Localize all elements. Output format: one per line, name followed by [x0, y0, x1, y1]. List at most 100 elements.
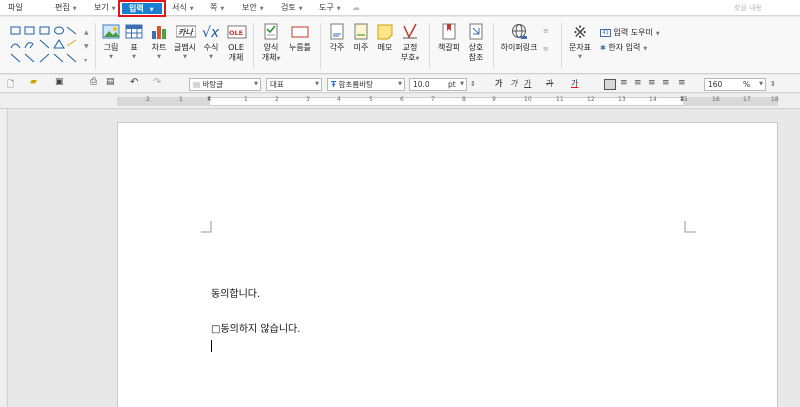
new-document-icon[interactable]: 🗋 — [7, 77, 14, 91]
menu-bar: 파일 편집 ▼ 보기 ▼ 입력 ▼ 서식 ▼ 쪽 ▼ 보안 ▼ 검토 ▼ 도구 ▼ ☁ 찾을 내… — [0, 0, 800, 17]
redo-icon[interactable]: ↷ — [153, 77, 161, 91]
bold-button[interactable]: 가 — [495, 78, 502, 90]
ruler-scale — [117, 97, 778, 106]
document-text-line[interactable]: 동의합니다. — [211, 285, 260, 300]
menu-input[interactable]: 입력 ▼ — [122, 3, 162, 14]
form-icon — [262, 23, 280, 40]
lines-icon[interactable]: ≡ — [543, 27, 549, 41]
insert-equation-button[interactable]: √x 수식 ▼ — [201, 23, 221, 61]
bookmark-button[interactable]: 책갈피 — [436, 23, 462, 53]
globe-link-icon — [510, 23, 528, 40]
spin-buttons[interactable]: ⇕ — [770, 80, 776, 94]
document-page[interactable] — [117, 122, 778, 407]
menu-tools[interactable]: 도구 ▼ — [319, 1, 341, 15]
cross-reference-icon — [467, 23, 485, 40]
menu-edit[interactable]: 편집 ▼ — [55, 1, 77, 15]
truetype-icon: Ŧ — [331, 80, 337, 89]
click-field-icon — [291, 23, 309, 40]
chevron-down-icon: ▼ — [415, 56, 420, 62]
input-helper-icon: 41 — [600, 28, 611, 37]
font-color-button[interactable]: 가 — [571, 78, 578, 90]
insert-chart-button[interactable]: 차트 ▼ — [148, 23, 170, 61]
svg-text:※: ※ — [573, 23, 587, 40]
font-size-select[interactable]: 10.0 pt ▼ — [409, 78, 467, 91]
search-input[interactable]: 찾을 내용 — [722, 2, 796, 14]
input-helper-button[interactable]: 41 입력 도우미 ▼ — [600, 27, 660, 41]
shapes-gallery[interactable]: ▲ ▼ ▾ — [10, 26, 94, 70]
menu-page[interactable]: 쪽 ▼ — [210, 1, 224, 15]
chevron-down-icon: ▼ — [578, 54, 582, 60]
ruler-margin-right — [683, 97, 778, 106]
chevron-down-icon: ▼ — [643, 46, 648, 52]
align-right-icon[interactable]: ≡ — [634, 78, 642, 92]
svg-text:▾: ▾ — [84, 57, 87, 64]
menu-review[interactable]: 검토 ▼ — [281, 1, 303, 15]
chevron-down-icon: ▼ — [157, 54, 161, 60]
menu-view[interactable]: 보기 ▼ — [94, 1, 116, 15]
preview-icon[interactable]: ▤ — [106, 77, 115, 91]
style-icon: ▤ — [193, 80, 201, 89]
spin-buttons[interactable]: ⇕ — [470, 80, 476, 94]
equation-icon: √x — [202, 23, 220, 41]
cross-reference-button[interactable]: 상호 참조 — [465, 23, 487, 63]
vertical-ruler[interactable] — [0, 109, 8, 407]
zoom-select[interactable]: 160% ▼ — [704, 78, 766, 91]
document-text-line[interactable]: □동의하지 않습니다. — [211, 320, 300, 335]
undo-icon[interactable]: ↶ — [130, 77, 138, 91]
insert-picture-button[interactable]: 그림 ▼ — [100, 23, 122, 61]
align-center-icon[interactable]: ≡ — [648, 78, 656, 92]
menu-security[interactable]: 보안 ▼ — [242, 1, 264, 15]
align-left-icon[interactable]: ≡ — [620, 78, 628, 92]
chevron-down-icon: ▼ — [109, 54, 113, 60]
footnote-button[interactable]: 각주 — [326, 23, 348, 53]
chevron-down-icon: ▼ — [189, 6, 194, 12]
menu-format[interactable]: 서식 ▼ — [172, 1, 194, 15]
chevron-down-icon: ▼ — [460, 81, 464, 87]
right-indent-marker-icon[interactable]: ⧗ — [680, 95, 684, 103]
insert-wordart-button[interactable]: 카나 글맵시 ▼ — [173, 23, 197, 61]
justify-icon[interactable] — [604, 79, 616, 90]
divide-icon[interactable]: ≡ — [678, 78, 686, 92]
chevron-down-icon: ▼ — [254, 81, 258, 87]
underline-button[interactable]: 가 — [524, 78, 531, 90]
asterisk-symbol-icon: ※ — [571, 23, 589, 43]
endnote-button[interactable]: 미주 — [350, 23, 372, 53]
save-icon[interactable]: ▣ — [55, 77, 64, 91]
insert-table-button[interactable]: 표 ▼ — [124, 23, 144, 61]
chevron-down-icon: ▼ — [298, 6, 303, 12]
italic-button[interactable]: 가 — [510, 78, 517, 90]
hanja-input-button[interactable]: ✱ 한자 입력 ▼ — [600, 42, 647, 56]
svg-text:OLE: OLE — [229, 29, 243, 37]
menu-file[interactable]: 파일 — [8, 1, 23, 15]
distribute-icon[interactable]: ≡ — [662, 78, 670, 92]
chevron-down-icon: ▼ — [209, 54, 213, 60]
print-icon[interactable]: ⎙ — [90, 77, 97, 91]
hyperlink-button[interactable]: 하이퍼링크 — [499, 23, 539, 53]
wordart-icon: 카나 — [175, 23, 197, 40]
proofmark-icon — [401, 23, 419, 40]
hanja-icon: ✱ — [600, 44, 606, 52]
symbol-button[interactable]: ※ 문자표 ▼ — [567, 23, 593, 61]
chevron-down-icon: ▼ — [398, 81, 402, 87]
proofmark-button[interactable]: 교정 부호▼ — [398, 23, 422, 63]
language-select[interactable]: 대표 ▼ — [266, 78, 322, 91]
indent-marker-icon[interactable]: ⧗ — [207, 95, 211, 103]
font-select[interactable]: Ŧ 함초롬바탕 ▼ — [327, 78, 405, 91]
cloud-icon[interactable]: ☁ — [352, 1, 360, 15]
form-object-button[interactable]: 양식 개체▼ — [259, 23, 283, 63]
click-here-button[interactable]: 누름틀 — [286, 23, 314, 53]
style-select[interactable]: ▤ 바탕글 ▼ — [189, 78, 261, 91]
strikethrough-button[interactable]: 가 — [546, 78, 553, 90]
separator — [493, 23, 494, 69]
svg-text:▲: ▲ — [84, 29, 89, 36]
open-folder-icon[interactable]: ▰ — [30, 77, 37, 91]
chevron-down-icon: ▼ — [220, 6, 225, 12]
memo-button[interactable]: 메모 — [374, 23, 396, 53]
chevron-down-icon: ▼ — [111, 6, 116, 12]
separator — [253, 23, 254, 69]
lines-icon[interactable]: ≡ — [543, 45, 549, 59]
chevron-down-icon: ▼ — [315, 81, 319, 87]
insert-ole-button[interactable]: OLE OLE 개체 — [225, 23, 247, 63]
ruler-margin-left — [117, 97, 210, 106]
horizontal-ruler[interactable]: 2 1 1 2 3 4 5 6 7 8 9 10 11 12 13 14 15 … — [0, 94, 800, 109]
